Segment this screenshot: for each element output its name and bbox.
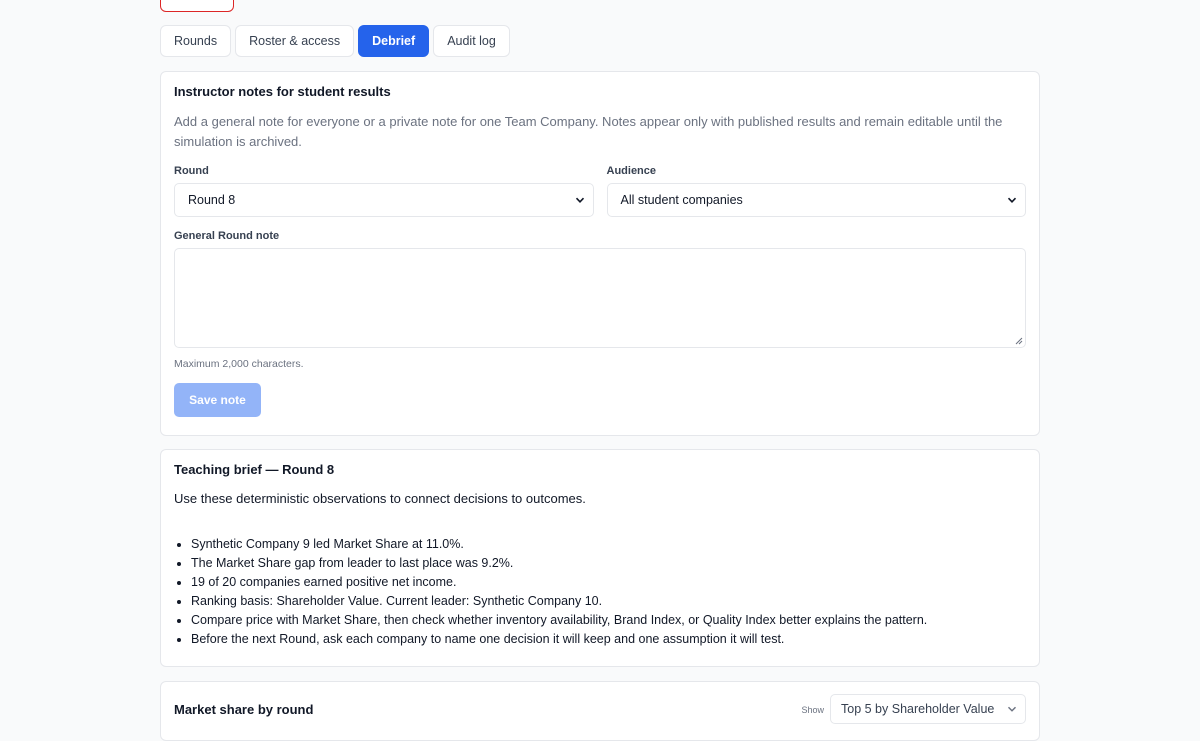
teaching-brief-card: Teaching brief — Round 8 Use these deter… [160,449,1040,667]
round-select-value: Round 8 [188,193,236,207]
chart-title: Market share by round [174,702,314,717]
tab-debrief[interactable]: Debrief [358,25,430,57]
chevron-down-icon [1007,195,1017,205]
save-note-button[interactable]: Save note [174,383,261,417]
brief-intro: Use these deterministic observations to … [174,491,586,506]
character-limit-hint: Maximum 2,000 characters. [174,358,304,370]
chart-header: Market share by round Show Top 5 by Shar… [174,682,1026,724]
notes-description: Add a general note for everyone or a pri… [174,114,1003,149]
brief-observation-list: Synthetic Company 9 led Market Share at … [174,535,1026,648]
chevron-down-icon [1007,704,1017,714]
list-item: Before the next Round, ask each company … [191,630,1026,649]
chevron-down-icon [575,195,585,205]
round-label: Round [174,165,209,177]
audience-select[interactable]: All student companies [606,183,1026,217]
market-share-card: Market share by round Show Top 5 by Shar… [160,681,1040,741]
tab-roster-access[interactable]: Roster & access [235,25,355,57]
list-item: The Market Share gap from leader to last… [191,554,1026,573]
instructor-notes-card: Instructor notes for student results Add… [160,71,1040,436]
section-tabs: Rounds Roster & access Debrief Audit log [160,25,510,57]
chart-controls: Show Top 5 by Shareholder Value [801,694,1026,724]
list-item: 19 of 20 companies earned positive net i… [191,573,1026,592]
audience-field: Audience All student companies [606,165,1026,217]
show-label: Show [801,705,824,715]
danger-outline-button[interactable] [160,0,234,12]
list-item: Synthetic Company 9 led Market Share at … [191,535,1026,554]
round-field: Round Round 8 [174,165,594,217]
list-item: Compare price with Market Share, then ch… [191,611,1026,630]
general-note-label: General Round note [174,230,280,242]
round-select[interactable]: Round 8 [174,183,594,217]
general-note-textarea[interactable] [174,248,1026,348]
show-select-value: Top 5 by Shareholder Value [841,702,995,716]
audience-select-value: All student companies [620,193,743,207]
show-select[interactable]: Top 5 by Shareholder Value [830,694,1026,724]
notes-filters: Round Round 8 Audience All student compa… [174,165,1026,217]
resize-grip-icon[interactable] [1015,337,1023,345]
tab-rounds[interactable]: Rounds [160,25,232,57]
list-item: Ranking basis: Shareholder Value. Curren… [191,592,1026,611]
audience-label: Audience [606,165,657,177]
tab-audit-log[interactable]: Audit log [433,25,510,57]
notes-title: Instructor notes for student results [174,84,391,99]
brief-title: Teaching brief — Round 8 [174,462,335,477]
